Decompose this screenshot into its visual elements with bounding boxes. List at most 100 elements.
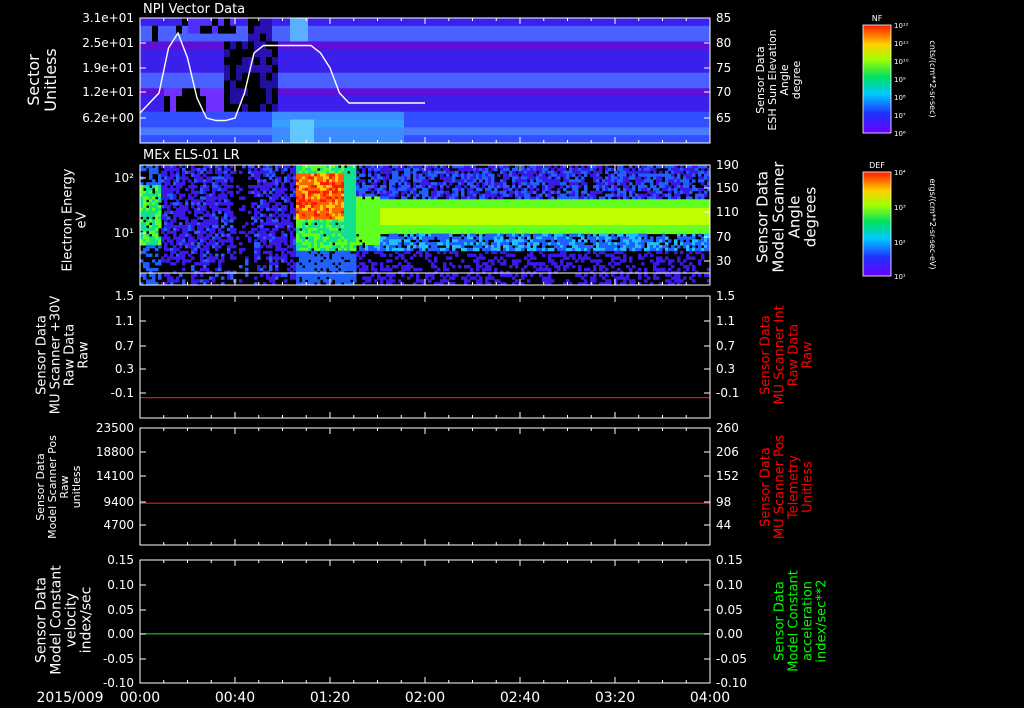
- els-cell: [155, 190, 159, 195]
- els-cell: [431, 245, 435, 249]
- els-cell: [383, 222, 387, 226]
- els-cell: [467, 253, 471, 257]
- els-cell: [206, 270, 210, 275]
- npi-cell: [620, 88, 627, 97]
- npi-cell: [512, 80, 519, 89]
- els-cell: [383, 207, 387, 212]
- npi-cell: [290, 119, 297, 128]
- els-cell: [296, 219, 300, 223]
- npi-cell: [482, 57, 489, 66]
- els-cell: [278, 247, 282, 252]
- npi-cell: [206, 96, 213, 105]
- els-cell: [203, 167, 207, 172]
- els-cell: [290, 187, 294, 192]
- els-cell: [419, 227, 423, 232]
- els-cell: [290, 253, 294, 257]
- npi-cell: [548, 25, 555, 35]
- els-cell: [185, 202, 189, 206]
- els-cell: [356, 242, 360, 246]
- npi-cell: [512, 49, 519, 58]
- els-cell: [380, 250, 384, 255]
- npi-cell: [194, 33, 201, 43]
- els-cell: [470, 253, 474, 257]
- npi-cell: [458, 111, 465, 121]
- els-cell: [320, 273, 324, 277]
- els-cell: [350, 216, 354, 220]
- els-cell: [338, 242, 342, 246]
- els-cell: [170, 196, 174, 200]
- els-cell: [407, 213, 411, 217]
- els-cell: [290, 210, 294, 215]
- els-cell: [338, 182, 342, 186]
- els-cell: [224, 165, 228, 169]
- els-cell: [473, 247, 477, 252]
- els-cell: [365, 227, 369, 232]
- els-cell: [383, 202, 387, 206]
- els-cell: [299, 202, 303, 206]
- els-cell: [482, 219, 486, 223]
- els-cell: [389, 233, 393, 237]
- els-cell: [185, 219, 189, 223]
- npi-cell: [356, 33, 363, 43]
- els-cell: [152, 242, 156, 246]
- els-cell: [485, 207, 489, 212]
- npi-cell: [608, 18, 615, 27]
- els-cell: [155, 227, 159, 232]
- els-cell: [293, 179, 297, 183]
- els-cell: [503, 205, 507, 209]
- els-cell: [350, 196, 354, 200]
- els-cell: [317, 233, 321, 237]
- els-cell: [422, 170, 426, 175]
- els-cell: [224, 185, 228, 189]
- els-cell: [236, 190, 240, 195]
- npi-cell: [290, 64, 297, 74]
- els-cell: [311, 262, 315, 266]
- els-cell: [146, 239, 150, 243]
- els-cell: [506, 207, 510, 212]
- npi-cell: [356, 18, 363, 27]
- els-cell: [347, 242, 351, 246]
- els-cell: [206, 225, 210, 229]
- els-cell: [317, 170, 321, 175]
- npi-cell: [506, 33, 513, 43]
- els-cell: [149, 279, 153, 283]
- npi-cell: [572, 64, 579, 74]
- els-cell: [413, 165, 417, 169]
- npi-cell: [602, 135, 609, 143]
- els-cell: [299, 245, 303, 249]
- npi-cell: [620, 96, 627, 105]
- els-cell: [155, 167, 159, 172]
- els-cell: [422, 193, 426, 197]
- els-cell: [263, 250, 267, 255]
- els-cell: [413, 176, 417, 180]
- els-cell: [482, 262, 486, 266]
- els-cell: [368, 247, 372, 252]
- els-cell: [497, 230, 501, 235]
- npi-cell: [386, 72, 393, 82]
- npi-cell: [518, 18, 525, 27]
- els-cell: [290, 222, 294, 226]
- els-cell: [272, 199, 276, 203]
- npi-cell: [368, 88, 375, 97]
- els-cell: [176, 213, 180, 217]
- els-cell: [158, 190, 162, 195]
- els-cell: [149, 187, 153, 192]
- els-cell: [206, 222, 210, 226]
- npi-cell: [260, 18, 267, 27]
- els-cell: [464, 176, 468, 180]
- els-cell: [185, 216, 189, 220]
- npi-cell: [560, 127, 567, 136]
- els-cell: [362, 267, 366, 272]
- npi-cell: [212, 88, 219, 97]
- els-cell: [404, 219, 408, 223]
- els-cell: [338, 170, 342, 175]
- els-cell: [464, 219, 468, 223]
- els-cell: [257, 265, 261, 269]
- els-cell: [215, 222, 219, 226]
- els-cell: [173, 187, 177, 192]
- npi-cell: [158, 119, 165, 128]
- els-cell: [209, 202, 213, 206]
- els-cell: [401, 179, 405, 183]
- npi-cell: [512, 103, 519, 113]
- npi-cell: [452, 111, 459, 121]
